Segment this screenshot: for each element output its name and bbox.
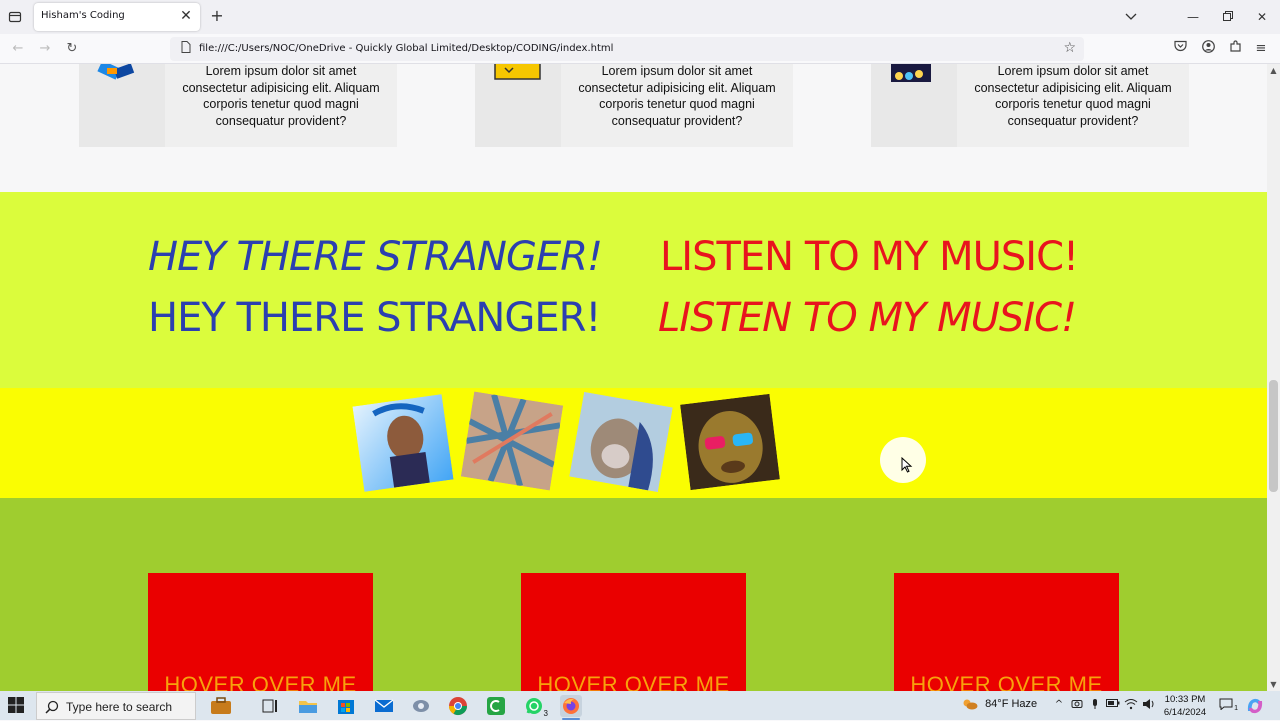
browser-tab[interactable]: Hisham's Coding ✕ [34,3,200,31]
hover-card-label: HOVER OVER ME [164,672,357,691]
album-thumbnail[interactable] [352,394,454,492]
album-thumbnail[interactable] [569,391,673,493]
scroll-down-arrow-icon[interactable]: ▼ [1267,678,1280,691]
feature-card: Lorem ipsum dolor sit amet consectetur a… [871,64,1189,147]
search-icon [45,699,59,714]
file-explorer-icon[interactable] [297,695,319,717]
browser-tab-strip: Hisham's Coding ✕ + — ✕ [0,0,1280,34]
weather-widget[interactable]: 84°F Haze [962,698,1037,710]
firefox-icon[interactable] [560,695,582,720]
feature-image [871,64,957,147]
feature-card: Lorem ipsum dolor sit amet consectetur a… [79,64,397,147]
clock-date: 6/14/2024 [1163,707,1207,718]
vertical-scrollbar[interactable]: ▲ ▼ [1267,64,1280,691]
hover-card[interactable]: HOVER OVER ME [521,573,746,691]
music-gallery [0,388,1267,498]
bookmark-star-icon[interactable]: ☆ [1063,40,1076,56]
notification-count: 1 [1234,705,1238,712]
close-window-button[interactable]: ✕ [1253,8,1271,26]
hero-section: HEY THERE STRANGER! LISTEN TO MY MUSIC! … [0,192,1267,388]
feature-image [79,64,165,147]
taskbar-search-box[interactable]: Type here to search [36,692,196,720]
account-icon[interactable] [1199,40,1217,58]
camtasia-icon[interactable] [485,695,507,717]
whatsapp-icon[interactable]: 3 [523,695,548,718]
hover-card-label: HOVER OVER ME [537,672,730,691]
hero-line2-left: HEY THERE STRANGER! [148,295,601,341]
hero-line2-right: LISTEN TO MY MUSIC! [658,295,1077,341]
tab-overflow-chevron-icon[interactable] [1122,8,1140,26]
minimize-button[interactable]: — [1184,8,1202,26]
file-icon [178,41,194,57]
windows-start-icon[interactable] [8,697,26,715]
extensions-icon[interactable] [1226,40,1244,58]
hover-card[interactable]: HOVER OVER ME [148,573,373,691]
navigation-bar: ← → ↻ file:///C:/Users/NOC/OneDrive - Qu… [0,34,1280,64]
tray-camera-icon[interactable] [1070,698,1084,712]
restore-button[interactable] [1219,8,1237,26]
task-view-icon[interactable] [259,695,281,717]
wifi-icon[interactable] [1124,698,1138,712]
hover-card[interactable]: HOVER OVER ME [894,573,1119,691]
hover-section: HOVER OVER ME HOVER OVER ME HOVER OVER M… [0,498,1267,691]
notification-center-icon[interactable]: 1 [1217,698,1238,712]
feature-card: Lorem ipsum dolor sit amet consectetur a… [475,64,793,147]
feature-text: Lorem ipsum dolor sit amet consectetur a… [578,64,776,128]
tray-chevron-up-icon[interactable]: ^ [1052,698,1066,712]
weather-cloud-icon [962,698,978,710]
reload-icon[interactable]: ↻ [63,40,81,58]
tab-title: Hisham's Coding [41,10,125,21]
scroll-up-arrow-icon[interactable]: ▲ [1267,64,1280,77]
search-placeholder: Type here to search [66,700,173,714]
volume-icon[interactable] [1142,698,1156,712]
page-viewport: Lorem ipsum dolor sit amet consectetur a… [0,64,1267,691]
feature-text: Lorem ipsum dolor sit amet consectetur a… [974,64,1172,128]
url-text: file:///C:/Users/NOC/OneDrive - Quickly … [199,43,614,54]
url-bar[interactable]: file:///C:/Users/NOC/OneDrive - Quickly … [170,37,1084,61]
scroll-thumb[interactable] [1269,380,1278,492]
weather-text: 84°F Haze [985,698,1038,710]
windows-taskbar: Type here to search 3 84°F Haze ^ 10:33 … [0,691,1280,720]
mouse-cursor-icon [901,456,913,477]
briefcase-app-icon[interactable] [210,695,232,717]
pocket-icon[interactable] [1171,40,1189,58]
chrome-icon[interactable] [447,695,469,717]
new-tab-button[interactable]: + [208,7,226,25]
feature-image [475,64,561,147]
mail-icon[interactable] [373,695,395,717]
microphone-icon[interactable] [1088,698,1102,712]
menu-icon[interactable]: ≡ [1252,40,1270,58]
copilot-icon[interactable] [1244,695,1266,717]
album-thumbnail[interactable] [680,393,780,491]
hero-line1-left: HEY THERE STRANGER! [148,234,603,280]
hover-card-label: HOVER OVER ME [910,672,1103,691]
battery-icon[interactable] [1106,698,1120,712]
photos-app-icon[interactable] [410,695,432,717]
system-clock[interactable]: 10:33 PM 6/14/2024 [1162,693,1208,719]
feature-text: Lorem ipsum dolor sit amet consectetur a… [182,64,380,128]
album-thumbnail[interactable] [460,391,564,491]
back-arrow-icon[interactable]: ← [9,40,27,58]
hero-line1-right: LISTEN TO MY MUSIC! [660,234,1079,280]
clock-time: 10:33 PM [1164,694,1206,705]
tab-list-icon[interactable] [6,8,24,26]
close-icon[interactable]: ✕ [178,8,194,24]
whatsapp-badge: 3 [543,709,548,718]
forward-arrow-icon[interactable]: → [36,40,54,58]
microsoft-store-icon[interactable] [335,695,357,717]
